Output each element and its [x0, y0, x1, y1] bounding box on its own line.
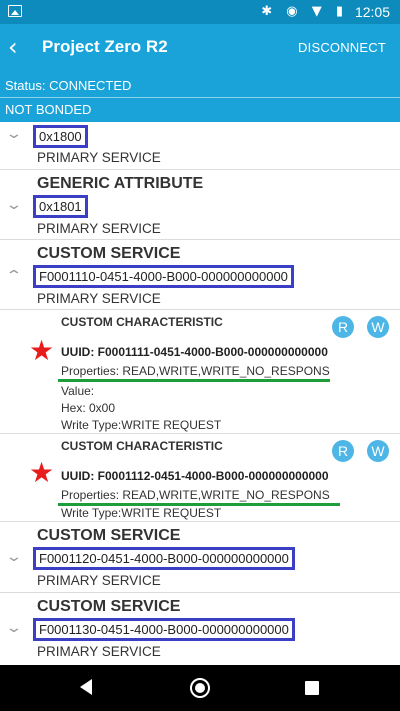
image-notification-icon — [8, 5, 22, 17]
service-type: PRIMARY SERVICE — [37, 291, 161, 306]
system-status-icons: ✱ ◉ ▼ ▮ — [261, 4, 348, 19]
characteristic-write-type: Write Type:WRITE REQUEST — [61, 506, 222, 520]
nav-home-icon[interactable] — [190, 678, 210, 698]
service-name: CUSTOM SERVICE — [37, 598, 181, 615]
service-item[interactable]: GENERIC ATTRIBUTE ⌄ 0x1801 PRIMARY SERVI… — [0, 170, 400, 240]
service-name: GENERIC ATTRIBUTE — [37, 175, 204, 192]
service-name: CUSTOM SERVICE — [37, 245, 181, 262]
characteristic-item[interactable]: CUSTOM CHARACTERISTIC R W ★ UUID: F00011… — [0, 310, 400, 434]
bond-status: NOT BONDED — [0, 98, 400, 122]
chevron-down-icon[interactable]: ⌄ — [5, 126, 23, 142]
service-uuid: 0x1800 — [33, 125, 88, 148]
disconnect-button[interactable]: DISCONNECT — [298, 40, 386, 55]
chevron-up-icon[interactable]: ⌃ — [5, 268, 23, 284]
star-icon: ★ — [29, 456, 55, 489]
service-uuid: F0001120-0451-4000-B000-000000000000 — [33, 547, 295, 570]
characteristic-title: CUSTOM CHARACTERISTIC — [61, 315, 223, 329]
service-uuid: F0001130-0451-4000-B000-000000000000 — [33, 618, 295, 641]
service-list: ⌄ 0x1800 PRIMARY SERVICE GENERIC ATTRIBU… — [0, 122, 400, 665]
characteristic-properties: Properties: READ,WRITE,WRITE_NO_RESPONS — [61, 488, 330, 502]
chevron-down-icon[interactable]: ⌄ — [5, 620, 23, 636]
nav-back-icon[interactable] — [80, 679, 92, 695]
page-title: Project Zero R2 — [42, 37, 168, 56]
chevron-down-icon[interactable]: ⌄ — [5, 549, 23, 565]
characteristic-value: Value: — [61, 384, 95, 398]
read-button[interactable]: R — [332, 440, 354, 462]
service-uuid: F0001110-0451-4000-B000-000000000000 — [33, 265, 294, 288]
service-item[interactable]: ⌄ 0x1800 PRIMARY SERVICE — [0, 122, 400, 170]
service-item[interactable]: CUSTOM SERVICE ⌄ F0001120-0451-4000-B000… — [0, 522, 400, 593]
properties-underline — [58, 379, 330, 382]
system-status-bar: ✱ ◉ ▼ ▮ 12:05 — [0, 0, 400, 24]
characteristic-item[interactable]: CUSTOM CHARACTERISTIC R W ★ UUID: F00011… — [0, 434, 400, 522]
service-uuid: 0x1801 — [33, 195, 88, 218]
characteristic-write-type: Write Type:WRITE REQUEST — [61, 418, 222, 432]
service-item[interactable]: CUSTOM SERVICE ⌃ F0001110-0451-4000-B000… — [0, 240, 400, 310]
service-type: PRIMARY SERVICE — [37, 221, 161, 236]
service-type: PRIMARY SERVICE — [37, 644, 161, 659]
app-bar: ‹ Project Zero R2 DISCONNECT — [0, 24, 400, 72]
chevron-down-icon[interactable]: ⌄ — [5, 197, 23, 213]
characteristic-title: CUSTOM CHARACTERISTIC — [61, 439, 223, 453]
connection-status: Status: CONNECTED — [0, 72, 400, 98]
service-type: PRIMARY SERVICE — [37, 150, 161, 165]
write-button[interactable]: W — [367, 316, 389, 338]
characteristic-uuid: UUID: F0001111-0451-4000-B000-0000000000… — [61, 345, 328, 359]
back-arrow-icon[interactable]: ‹ — [8, 34, 18, 60]
system-navigation-bar — [0, 665, 400, 711]
characteristic-uuid: UUID: F0001112-0451-4000-B000-0000000000… — [61, 469, 329, 483]
service-item[interactable]: CUSTOM SERVICE ⌄ F0001130-0451-4000-B000… — [0, 593, 400, 665]
clock: 12:05 — [354, 4, 390, 20]
read-button[interactable]: R — [332, 316, 354, 338]
star-icon: ★ — [29, 334, 55, 367]
service-type: PRIMARY SERVICE — [37, 573, 161, 588]
service-name: CUSTOM SERVICE — [37, 527, 181, 544]
nav-recents-icon[interactable] — [305, 681, 319, 695]
characteristic-hex: Hex: 0x00 — [61, 401, 116, 415]
write-button[interactable]: W — [367, 440, 389, 462]
characteristic-properties: Properties: READ,WRITE,WRITE_NO_RESPONS — [61, 364, 330, 378]
